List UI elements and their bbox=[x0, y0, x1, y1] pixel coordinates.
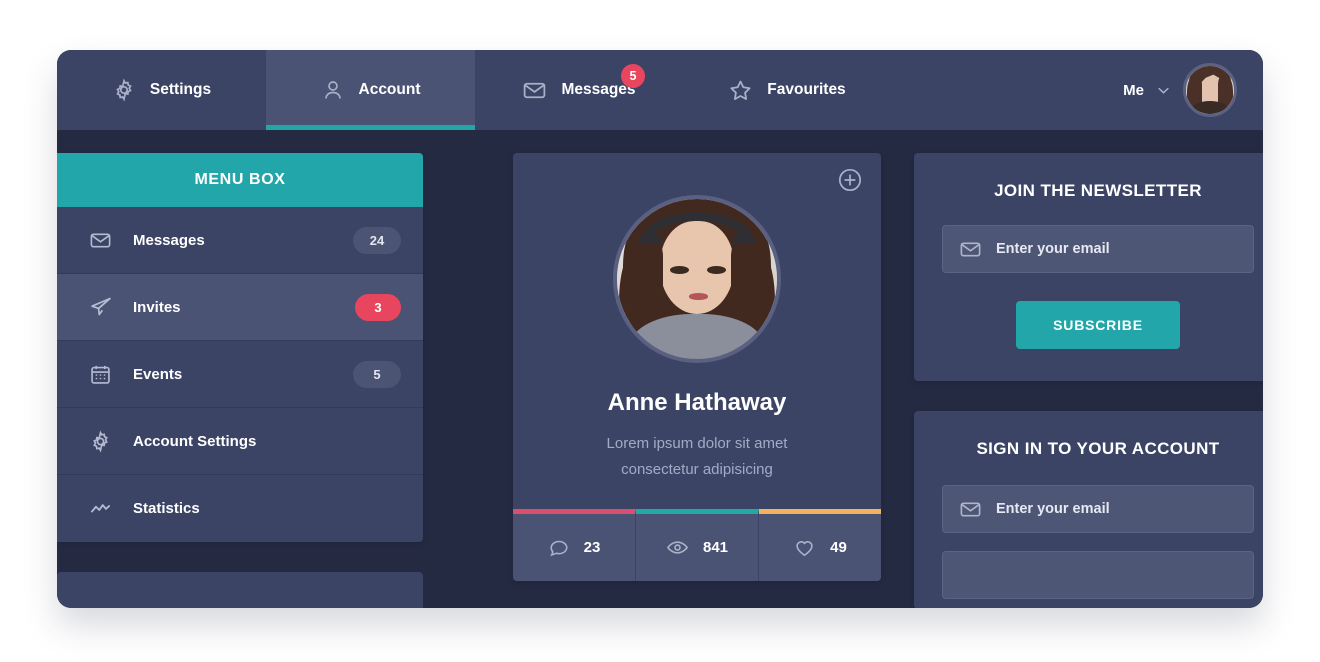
newsletter-title: JOIN THE NEWSLETTER bbox=[994, 181, 1202, 200]
chart-line-icon bbox=[89, 497, 119, 520]
calendar-icon bbox=[89, 363, 119, 386]
user-menu[interactable]: Me bbox=[1123, 50, 1263, 130]
sidebar-item-events-label: Events bbox=[133, 365, 183, 383]
user-icon bbox=[321, 78, 345, 102]
signin-title: SIGN IN TO YOUR ACCOUNT bbox=[976, 439, 1220, 458]
top-navigation: Settings Account Messages 5 Favourites M… bbox=[57, 50, 1263, 130]
gear-icon bbox=[89, 430, 119, 453]
sidebar-item-statistics[interactable]: Statistics bbox=[57, 475, 423, 542]
envelope-icon bbox=[959, 498, 982, 521]
stat-views-value: 841 bbox=[702, 539, 729, 556]
signin-email-placeholder: Enter your email bbox=[996, 501, 1110, 517]
newsletter-email-placeholder: Enter your email bbox=[996, 241, 1110, 257]
newsletter-panel: JOIN THE NEWSLETTER Enter your email SUB… bbox=[914, 153, 1263, 381]
screenshot-stage: Settings Account Messages 5 Favourites M… bbox=[0, 0, 1320, 662]
comment-icon bbox=[548, 537, 570, 559]
user-menu-label: Me bbox=[1123, 81, 1144, 99]
stat-comments[interactable]: 23 bbox=[513, 509, 636, 581]
avatar[interactable] bbox=[1183, 63, 1237, 117]
stat-views[interactable]: 841 bbox=[636, 509, 759, 581]
profile-bio-line-1: Lorem ipsum dolor sit amet bbox=[606, 435, 788, 452]
nav-messages-badge: 5 bbox=[621, 64, 645, 88]
stat-likes-value: 49 bbox=[830, 539, 847, 556]
newsletter-email-field[interactable]: Enter your email bbox=[942, 225, 1254, 273]
profile-bio-line-2: consectetur adipisicing bbox=[621, 461, 773, 478]
app-window: Settings Account Messages 5 Favourites M… bbox=[57, 50, 1263, 608]
plus-circle-icon[interactable] bbox=[837, 167, 863, 193]
profile-photo bbox=[613, 195, 781, 363]
sidebar-item-invites-label: Invites bbox=[133, 298, 181, 316]
right-column: JOIN THE NEWSLETTER Enter your email SUB… bbox=[914, 153, 1263, 608]
nav-tab-favourites-label: Favourites bbox=[767, 81, 846, 98]
sidebar-item-events[interactable]: Events 5 bbox=[57, 341, 423, 408]
sidebar-item-account-settings-label: Account Settings bbox=[133, 432, 257, 450]
sidebar-item-events-badge: 5 bbox=[353, 360, 401, 388]
heart-icon bbox=[793, 536, 816, 559]
menu-box-card: MENU BOX Messages 24 Invites 3 Events 5 … bbox=[57, 153, 423, 542]
sidebar-item-invites-badge: 3 bbox=[355, 293, 401, 321]
menu-box-header: MENU BOX bbox=[57, 153, 423, 207]
nav-tab-messages[interactable]: Messages 5 bbox=[475, 50, 683, 130]
chevron-down-icon bbox=[1156, 83, 1171, 98]
gear-icon bbox=[112, 78, 136, 102]
star-icon bbox=[728, 78, 753, 103]
envelope-icon bbox=[959, 238, 982, 261]
stat-likes[interactable]: 49 bbox=[759, 509, 881, 581]
content-area: MENU BOX Messages 24 Invites 3 Events 5 … bbox=[57, 130, 1263, 608]
signin-panel: SIGN IN TO YOUR ACCOUNT Enter your email bbox=[914, 411, 1263, 608]
nav-tab-favourites[interactable]: Favourites bbox=[683, 50, 891, 130]
sidebar-item-invites[interactable]: Invites 3 bbox=[57, 274, 423, 341]
sidebar-item-account-settings[interactable]: Account Settings bbox=[57, 408, 423, 475]
signin-email-field[interactable]: Enter your email bbox=[942, 485, 1254, 533]
stat-comments-value: 23 bbox=[583, 539, 601, 556]
nav-tab-settings-label: Settings bbox=[149, 81, 212, 98]
nav-tab-account[interactable]: Account bbox=[266, 50, 475, 130]
sidebar-item-messages-badge: 24 bbox=[353, 226, 401, 254]
left-column: MENU BOX Messages 24 Invites 3 Events 5 … bbox=[57, 153, 423, 608]
sidebar-item-statistics-label: Statistics bbox=[133, 500, 200, 517]
nav-tab-account-label: Account bbox=[358, 81, 421, 98]
nav-tab-settings[interactable]: Settings bbox=[57, 50, 266, 130]
sidebar-item-messages-label: Messages bbox=[133, 231, 205, 249]
profile-stats-row: 23 841 49 bbox=[513, 509, 881, 581]
signin-password-field[interactable] bbox=[942, 551, 1254, 599]
envelope-icon bbox=[89, 229, 119, 252]
envelope-icon bbox=[522, 78, 547, 103]
profile-card: Anne Hathaway Lorem ipsum dolor sit amet… bbox=[513, 153, 881, 581]
profile-name: Anne Hathaway bbox=[607, 389, 787, 416]
sidebar-item-messages[interactable]: Messages 24 bbox=[57, 207, 423, 274]
paper-plane-icon bbox=[89, 295, 119, 319]
left-secondary-card bbox=[57, 572, 423, 608]
middle-column: Anne Hathaway Lorem ipsum dolor sit amet… bbox=[513, 153, 881, 581]
profile-bio: Lorem ipsum dolor sit amet consectetur a… bbox=[513, 431, 881, 509]
subscribe-button[interactable]: SUBSCRIBE bbox=[1016, 301, 1180, 349]
eye-icon bbox=[666, 536, 689, 559]
